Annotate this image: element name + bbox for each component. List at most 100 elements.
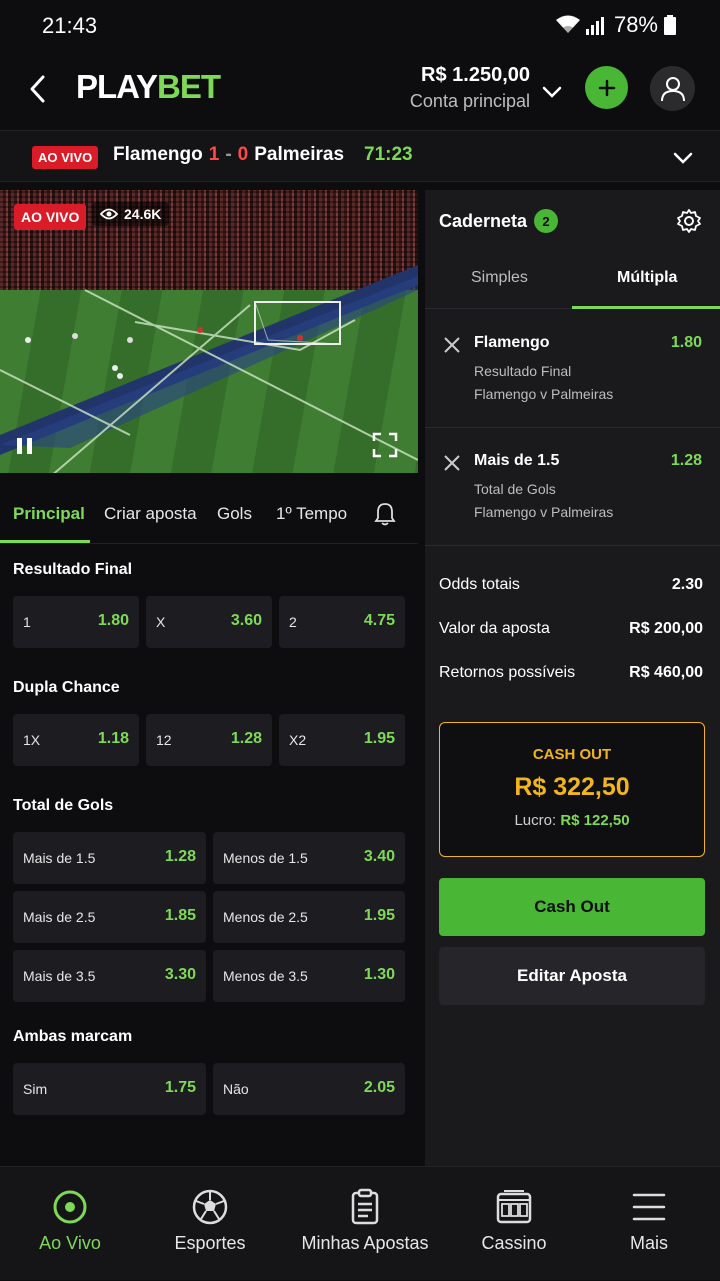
live-badge: AO VIVO <box>32 146 99 169</box>
nav-esportes[interactable]: Esportes <box>140 1167 280 1281</box>
home-team: Flamengo <box>113 144 203 165</box>
tab-primeiro-tempo[interactable]: 1º Tempo <box>276 504 347 524</box>
slip-selection: Mais de 1.5 1.28 Total de Gols Flamengo … <box>425 428 720 546</box>
wifi-icon <box>555 15 580 33</box>
menu-icon <box>632 1193 666 1221</box>
away-team: Palmeiras <box>254 144 345 165</box>
nav-label: Minhas Apostas <box>301 1233 429 1253</box>
nav-minhas-apostas[interactable]: Minhas Apostas <box>290 1167 440 1281</box>
nav-label: Cassino <box>481 1233 547 1253</box>
nav-ao-vivo[interactable]: Ao Vivo <box>0 1167 140 1281</box>
away-score: 0 <box>237 144 249 165</box>
market-title: Total de Gols <box>13 797 114 814</box>
nav-cassino[interactable]: Cassino <box>444 1167 584 1281</box>
odd-button[interactable]: 2 4.75 <box>279 596 405 648</box>
nav-mais[interactable]: Mais <box>584 1167 714 1281</box>
tab-simples[interactable]: Simples <box>471 269 528 287</box>
nav-label: Esportes <box>174 1233 246 1253</box>
tab-indicator <box>572 306 720 309</box>
edit-bet-button[interactable]: Editar Aposta <box>439 947 705 1005</box>
selection-name: Flamengo <box>474 334 550 351</box>
odd-button[interactable]: Sim 1.75 <box>13 1063 206 1115</box>
odd-button[interactable]: Mais de 3.5 3.30 <box>13 950 206 1002</box>
score-separator: - <box>225 144 232 165</box>
live-video-player[interactable]: AO VIVO 24.6K <box>0 190 418 473</box>
odd-button[interactable]: Mais de 1.5 1.28 <box>13 832 206 884</box>
battery-icon <box>664 15 676 35</box>
odd-button[interactable]: X 3.60 <box>146 596 272 648</box>
summary-total-odds: Odds totais 2.30 <box>439 576 703 593</box>
match-bar[interactable]: AO VIVO Flamengo 1 - 0 Palmeiras 71:23 <box>0 130 720 182</box>
deposit-button[interactable] <box>585 66 628 109</box>
odd-button[interactable]: Mais de 2.5 1.85 <box>13 891 206 943</box>
nav-label: Mais <box>629 1233 669 1253</box>
market-title: Dupla Chance <box>13 679 120 696</box>
eye-icon <box>100 208 118 220</box>
playbet-logo[interactable]: PLAYBET <box>76 68 221 106</box>
selection-count-badge: 2 <box>534 209 558 233</box>
close-icon[interactable] <box>443 454 461 472</box>
nav-label: Ao Vivo <box>39 1233 101 1253</box>
cashout-amount: R$ 322,50 <box>514 773 630 801</box>
video-frame-lines <box>0 265 418 473</box>
live-icon <box>53 1190 87 1224</box>
gear-icon[interactable] <box>676 208 702 234</box>
summary-stake: Valor da aposta R$ 200,00 <box>439 620 703 637</box>
tab-principal[interactable]: Principal <box>13 504 85 524</box>
selection-event: Flamengo v Palmeiras <box>474 504 614 520</box>
match-minute: 71:23 <box>364 144 413 165</box>
slip-selection: Flamengo 1.80 Resultado Final Flamengo v… <box>425 310 720 428</box>
market-title: Ambas marcam <box>13 1028 133 1045</box>
pause-icon[interactable] <box>15 436 35 456</box>
match-score: Flamengo 1 - 0 Palmeiras 71:23 <box>113 144 413 166</box>
app-header: PLAYBET R$ 1.250,00 Conta principal <box>0 52 720 130</box>
tab-gols[interactable]: Gols <box>217 504 252 524</box>
bell-icon[interactable] <box>374 502 396 526</box>
selection-market: Resultado Final <box>474 363 572 379</box>
selection-odd: 1.80 <box>670 334 702 351</box>
clock: 21:43 <box>42 13 98 38</box>
selection-event: Flamengo v Palmeiras <box>474 386 614 402</box>
odd-button[interactable]: X2 1.95 <box>279 714 405 766</box>
tab-indicator <box>0 540 90 543</box>
account-name: Conta principal <box>409 91 530 111</box>
cashout-profit: Lucro: R$ 122,50 <box>514 812 630 829</box>
odd-button[interactable]: Menos de 3.5 1.30 <box>213 950 405 1002</box>
chevron-down-icon[interactable] <box>540 80 564 104</box>
soccer-ball-icon <box>192 1189 228 1225</box>
home-score: 1 <box>208 144 220 165</box>
balance-selector[interactable]: R$ 1.250,00 Conta principal <box>410 64 530 112</box>
battery-percent: 78% <box>613 12 658 37</box>
back-icon[interactable] <box>26 74 50 104</box>
status-bar: 21:43 78% <box>0 0 720 52</box>
summary-returns: Retornos possíveis R$ 460,00 <box>439 664 703 681</box>
viewer-count-value: 24.6K <box>124 206 162 222</box>
clipboard-icon <box>351 1188 379 1225</box>
odd-button[interactable]: Não 2.05 <box>213 1063 405 1115</box>
selection-market: Total de Gols <box>474 481 556 497</box>
chevron-down-icon[interactable] <box>672 147 694 169</box>
odd-button[interactable]: Menos de 1.5 3.40 <box>213 832 405 884</box>
profile-button[interactable] <box>650 66 695 111</box>
bottom-nav: Ao Vivo Esportes Minhas Apostas Cassino … <box>0 1166 720 1280</box>
plus-icon <box>598 79 615 96</box>
odd-button[interactable]: 1X 1.18 <box>13 714 139 766</box>
viewer-count: 24.6K <box>92 202 170 226</box>
cashout-title: CASH OUT <box>532 746 612 763</box>
odd-button[interactable]: 1 1.80 <box>13 596 139 648</box>
selection-odd: 1.28 <box>670 452 702 469</box>
tab-multipla[interactable]: Múltipla <box>617 269 677 287</box>
close-icon[interactable] <box>443 336 461 354</box>
signal-icon <box>585 17 604 35</box>
bet-slip: Caderneta 2 Simples Múltipla Flamengo 1.… <box>425 190 720 1166</box>
tab-criar-aposta[interactable]: Criar aposta <box>104 504 197 524</box>
balance-amount: R$ 1.250,00 <box>421 64 530 86</box>
selection-name: Mais de 1.5 <box>474 452 560 469</box>
cashout-button[interactable]: Cash Out <box>439 878 705 936</box>
odd-button[interactable]: Menos de 2.5 1.95 <box>213 891 405 943</box>
fullscreen-icon[interactable] <box>372 432 398 458</box>
market-tabs: Principal Criar aposta Gols 1º Tempo <box>0 486 418 544</box>
odd-button[interactable]: 12 1.28 <box>146 714 272 766</box>
cashout-panel: CASH OUT R$ 322,50 Lucro: R$ 122,50 <box>439 722 705 857</box>
bet-slip-title: Caderneta <box>439 211 528 231</box>
